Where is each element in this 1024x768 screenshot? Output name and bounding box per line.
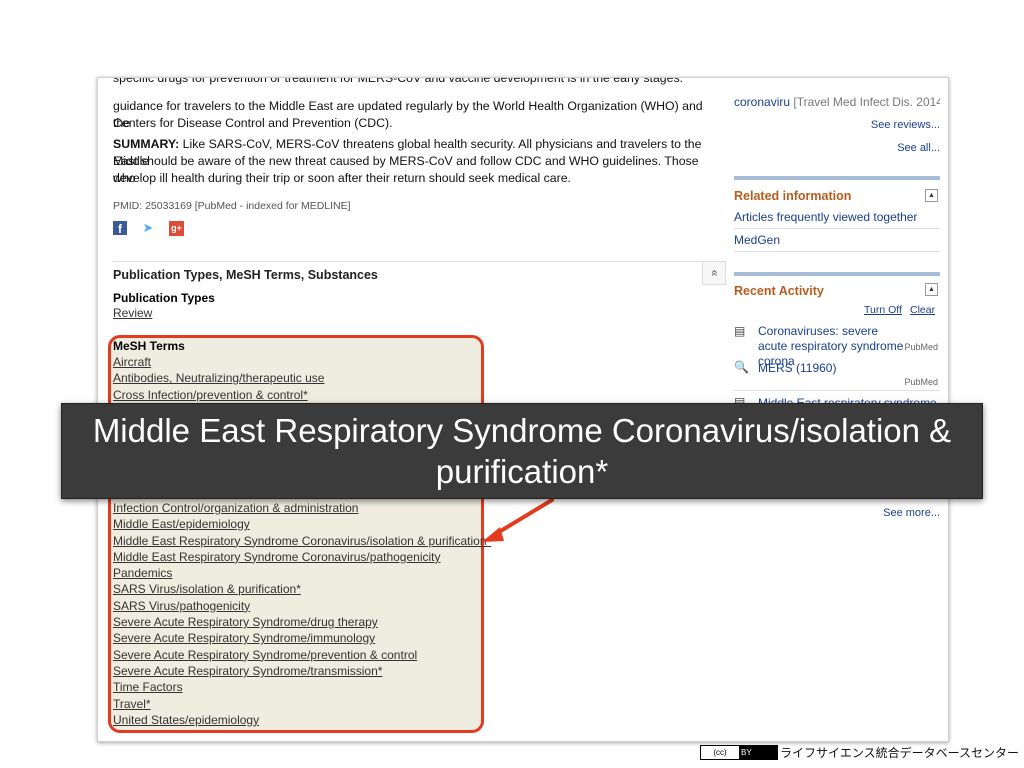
mesh-term-link[interactable]: Pandemics — [113, 565, 491, 581]
collapse-related-icon[interactable]: ▲ — [925, 189, 938, 202]
see-more-link[interactable]: See more... — [883, 507, 940, 519]
callout-text-line: purification* — [435, 453, 609, 490]
abstract-cut-line: specific drugs for prevention or treatme… — [113, 78, 684, 90]
see-reviews-link[interactable]: See reviews... — [871, 119, 940, 131]
recent-activity-bar — [734, 272, 940, 276]
review-item[interactable]: coronaviru [Travel Med Infect Dis. 2014] — [734, 95, 940, 109]
summary-line: develop ill health during their trip or … — [113, 171, 571, 185]
mesh-term-link[interactable]: SARS Virus/pathogenicity — [113, 598, 491, 614]
share-bar: f ➤ g+ — [113, 220, 184, 236]
mesh-term-link[interactable]: Severe Acute Respiratory Syndrome/transm… — [113, 663, 491, 679]
sidebar-separator — [734, 390, 940, 391]
mesh-term-link[interactable]: Severe Acute Respiratory Syndrome/preven… — [113, 647, 491, 663]
collapse-recent-icon[interactable]: ▲ — [925, 283, 938, 296]
callout-text-line: Middle East Respiratory Syndrome Coronav… — [92, 412, 952, 449]
mesh-term-link[interactable]: Middle East Respiratory Syndrome Coronav… — [113, 549, 491, 565]
mesh-term-link[interactable]: Time Factors — [113, 679, 491, 695]
related-link[interactable]: MedGen — [734, 233, 780, 247]
section-divider — [113, 261, 725, 262]
mesh-term-link[interactable]: Severe Acute Respiratory Syndrome/drug t… — [113, 614, 491, 630]
mesh-term-link[interactable]: United States/epidemiology — [113, 712, 491, 728]
sidebar-separator — [734, 251, 940, 252]
callout-arrow-icon — [482, 498, 554, 542]
mesh-term-link[interactable]: Travel* — [113, 696, 491, 712]
mesh-term-link[interactable]: Infection Control/organization & adminis… — [113, 500, 491, 516]
mesh-term-link[interactable]: Middle East Respiratory Syndrome Coronav… — [113, 533, 491, 549]
recent-item-link[interactable]: MERS (11960) — [758, 361, 836, 376]
mesh-term-link[interactable]: Antibodies, Neutralizing/therapeutic use — [113, 370, 324, 386]
see-all-link[interactable]: See all... — [897, 142, 940, 154]
search-icon: 🔍 — [734, 360, 749, 374]
mesh-term-link[interactable]: Middle East/epidemiology — [113, 516, 491, 532]
summary-label: SUMMARY: — [113, 137, 180, 151]
abstract-line: Centers for Disease Control and Preventi… — [113, 116, 393, 130]
mesh-terms-bottom: Infection Control/organization & adminis… — [113, 500, 491, 728]
document-icon: ▤ — [734, 324, 746, 338]
facebook-icon[interactable]: f — [113, 221, 127, 236]
related-info-title[interactable]: Related information — [734, 189, 851, 203]
recent-activity-title[interactable]: Recent Activity — [734, 284, 824, 298]
pmid: PMID: 25033169 [PubMed - indexed for MED… — [113, 200, 351, 212]
cc-label: (cc) — [701, 746, 739, 759]
section-title[interactable]: Publication Types, MeSH Terms, Substance… — [113, 268, 378, 282]
related-link[interactable]: Articles frequently viewed together — [734, 210, 917, 224]
callout-banner: Middle East Respiratory Syndrome Coronav… — [61, 403, 983, 499]
mesh-term-link[interactable]: Severe Acute Respiratory Syndrome/immuno… — [113, 630, 491, 646]
publication-types-heading: Publication Types — [113, 291, 215, 305]
mesh-term-link[interactable]: Aircraft — [113, 354, 324, 370]
mesh-heading: MeSH Terms — [113, 339, 185, 353]
collapse-section-icon[interactable]: « — [702, 261, 726, 285]
google-plus-icon[interactable]: g+ — [169, 220, 184, 236]
clear-link[interactable]: Clear — [910, 304, 935, 316]
sidebar-separator — [734, 228, 940, 229]
publication-type-link[interactable]: Review — [113, 306, 152, 320]
twitter-icon[interactable]: ➤ — [141, 221, 155, 235]
by-label: BY — [741, 748, 752, 757]
recent-item-source: PubMed — [904, 342, 938, 352]
mesh-term-link[interactable]: Cross Infection/prevention & control* — [113, 387, 324, 403]
mesh-term-link[interactable]: SARS Virus/isolation & purification* — [113, 581, 491, 597]
turn-off-link[interactable]: Turn Off — [864, 304, 902, 316]
mesh-terms-top: Aircraft Antibodies, Neutralizing/therap… — [113, 354, 324, 403]
organization-name: ライフサイエンス統合データベースセンター — [780, 746, 1020, 760]
related-info-bar — [734, 176, 940, 180]
cc-license-badge: (cc) BY — [700, 745, 778, 760]
recent-item-source: PubMed — [904, 377, 938, 387]
